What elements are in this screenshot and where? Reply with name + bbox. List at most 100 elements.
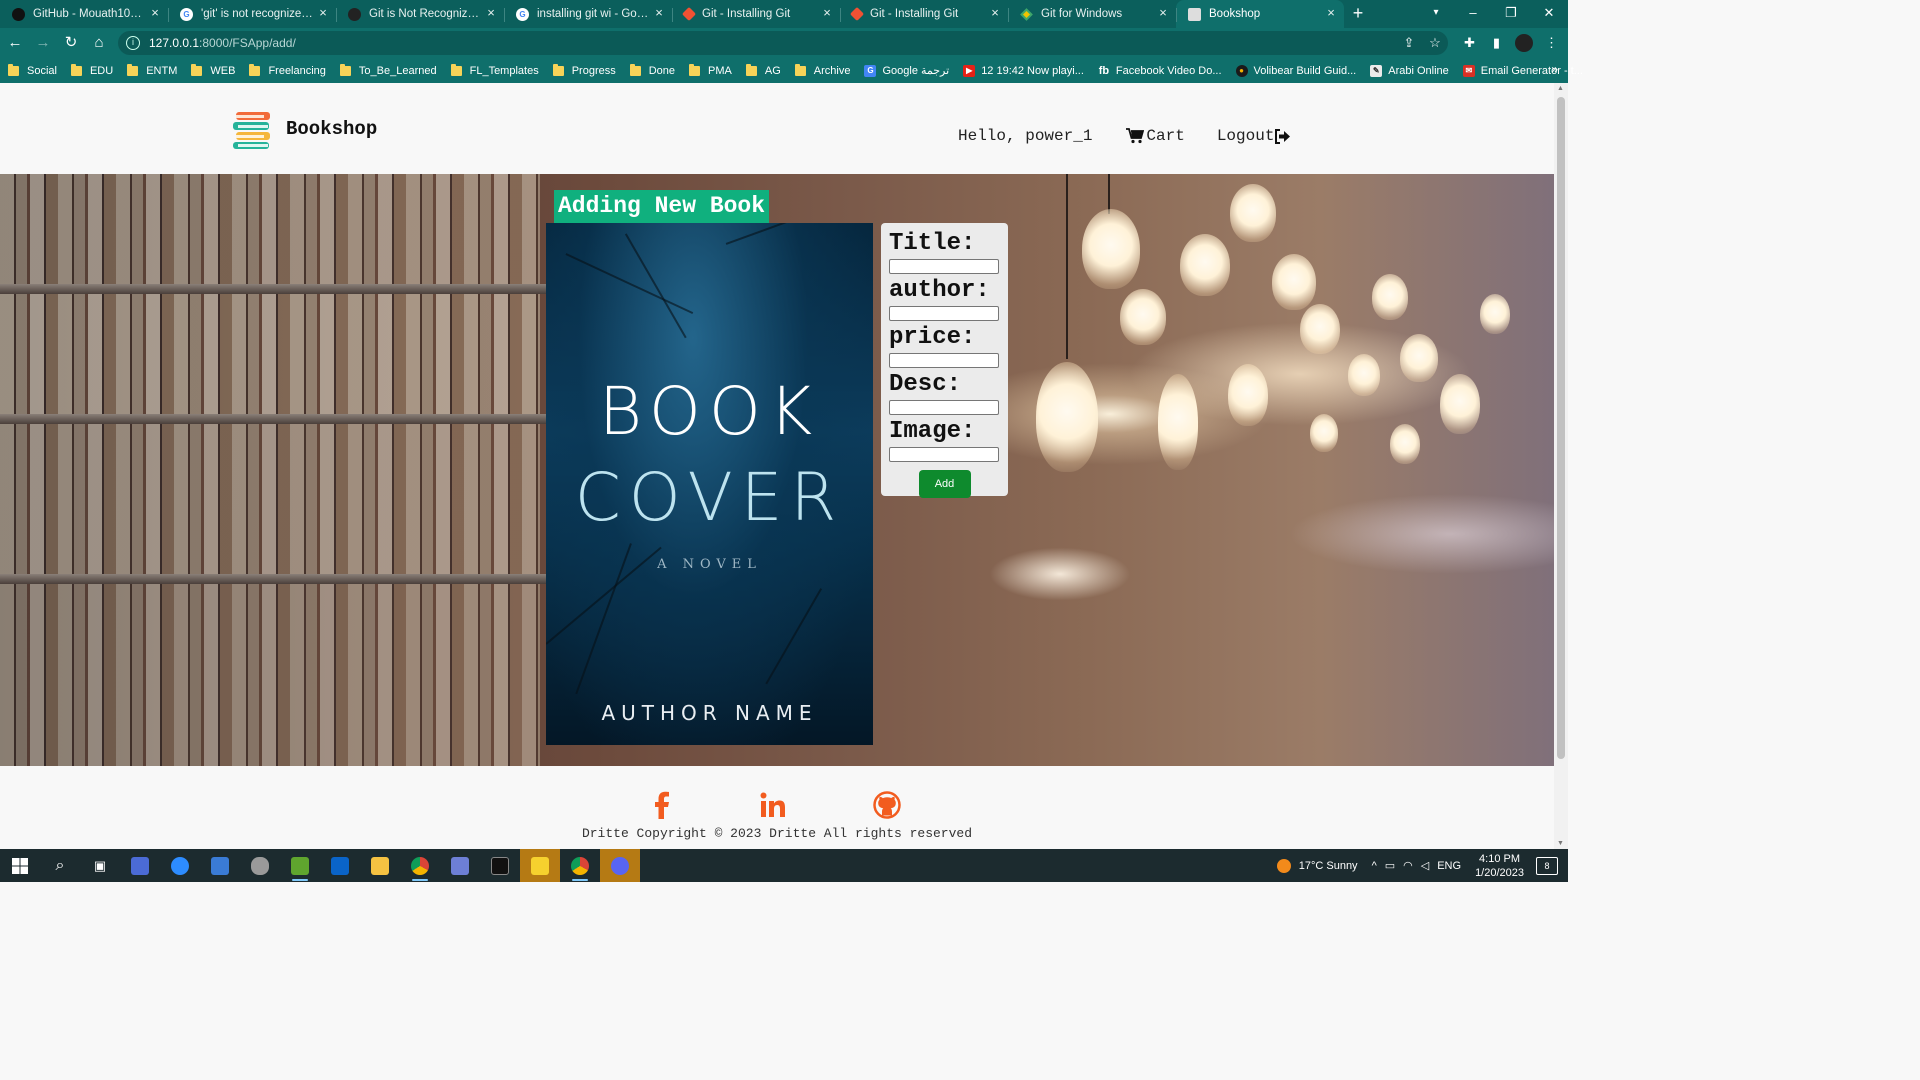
tab-installing-git-search[interactable]: G installing git wi - Google Search × <box>504 0 672 28</box>
tab-git-installing-1[interactable]: Git - Installing Git × <box>672 0 840 28</box>
tab-git-not-recognized-article[interactable]: Git is Not Recognized as an × <box>336 0 504 28</box>
bookmark-folder-edu[interactable]: EDU <box>70 63 113 77</box>
app-sticky-notes-icon[interactable] <box>520 849 560 882</box>
notification-center-icon[interactable]: 8 <box>1536 856 1558 875</box>
bookmark-folder-social[interactable]: Social <box>8 63 57 77</box>
more-bookmarks-icon[interactable]: » <box>1551 62 1558 76</box>
bookmark-folder-ag[interactable]: AG <box>745 63 781 77</box>
restore-button[interactable]: ❐ <box>1492 0 1530 28</box>
back-icon[interactable]: ← <box>2 30 28 56</box>
app-calculator-icon[interactable] <box>200 849 240 882</box>
profile-avatar[interactable] <box>1515 34 1533 52</box>
start-button[interactable] <box>0 849 40 882</box>
bookmark-folder-progress[interactable]: Progress <box>552 63 616 77</box>
language-indicator[interactable]: ENG <box>1437 860 1461 872</box>
battery-icon[interactable]: ▭ <box>1385 859 1395 872</box>
scrollbar-thumb[interactable] <box>1557 97 1565 759</box>
weather-text: 17°C Sunny <box>1298 859 1358 872</box>
bookmark-folder-entm[interactable]: ENTM <box>127 63 177 77</box>
bookmark-folder-web[interactable]: WEB <box>191 63 235 77</box>
extensions-icon[interactable]: ✚ <box>1456 31 1483 55</box>
app-outlook-icon[interactable] <box>320 849 360 882</box>
task-view-icon[interactable]: ▣ <box>80 849 120 882</box>
title-input[interactable] <box>889 259 999 274</box>
site-info-icon[interactable]: i <box>126 36 140 50</box>
facebook-link[interactable] <box>650 790 674 820</box>
bookmark-arabi-online[interactable]: ✎ Arabi Online <box>1370 64 1449 77</box>
site-footer: Dritte Copyright © 2023 Dritte All right… <box>0 766 1554 849</box>
bookmark-folder-fl-templates[interactable]: FL_Templates <box>450 63 539 77</box>
close-icon[interactable]: × <box>484 6 498 20</box>
app-xampp-icon[interactable] <box>280 849 320 882</box>
tab-github[interactable]: GitHub - Mouath104/Book × <box>0 0 168 28</box>
side-panel-icon[interactable]: ▮ <box>1483 31 1510 55</box>
author-input[interactable] <box>889 306 999 321</box>
tab-git-not-recognized-search[interactable]: G 'git' is not recognized as an × <box>168 0 336 28</box>
bookmark-email-generator[interactable]: ✉ Email Generator - t... <box>1462 64 1583 77</box>
desc-input[interactable] <box>889 400 999 415</box>
github-link[interactable] <box>872 790 902 820</box>
app-teams-icon[interactable] <box>120 849 160 882</box>
app-discord-icon[interactable] <box>600 849 640 882</box>
scroll-down-icon[interactable]: ▼ <box>1557 840 1564 847</box>
new-tab-button[interactable]: + <box>1344 0 1372 28</box>
chevron-up-icon[interactable]: ^ <box>1372 860 1377 872</box>
bookmark-facebook-video[interactable]: fb Facebook Video Do... <box>1098 65 1222 77</box>
page-scrollbar[interactable]: ▲ ▼ <box>1554 83 1568 849</box>
bookmark-folder-done[interactable]: Done <box>629 63 675 77</box>
app-file-explorer-icon[interactable] <box>360 849 400 882</box>
bookmark-folder-pma[interactable]: PMA <box>689 63 732 77</box>
bookmark-label: Arabi Online <box>1388 64 1449 77</box>
app-zoom-icon[interactable] <box>160 849 200 882</box>
bookmark-google-translate[interactable]: G Google ترجمة <box>864 64 949 77</box>
close-window-button[interactable]: ✕ <box>1530 0 1568 28</box>
add-button[interactable]: Add <box>918 470 971 498</box>
reload-icon[interactable]: ↻ <box>58 30 84 56</box>
volume-icon[interactable]: ◁ <box>1421 859 1429 872</box>
app-network-icon[interactable] <box>440 849 480 882</box>
wifi-icon[interactable]: ◠ <box>1403 859 1413 872</box>
app-database-icon[interactable] <box>240 849 280 882</box>
menu-icon[interactable]: ⋮ <box>1538 31 1565 55</box>
tab-git-for-windows[interactable]: Git for Windows × <box>1008 0 1176 28</box>
close-icon[interactable]: × <box>820 6 834 20</box>
scroll-up-icon[interactable]: ▲ <box>1557 85 1564 92</box>
close-icon[interactable]: × <box>988 6 1002 20</box>
app-chrome-profile-icon[interactable] <box>560 849 600 882</box>
bookmark-star-icon[interactable]: ☆ <box>1422 35 1448 51</box>
home-icon[interactable]: ⌂ <box>86 30 112 56</box>
clock[interactable]: 4:10 PM 1/20/2023 <box>1475 852 1524 880</box>
bookmark-folder-freelancing[interactable]: Freelancing <box>249 63 326 77</box>
cart-link[interactable]: Cart <box>1126 127 1185 145</box>
search-icon[interactable]: ⌕ <box>40 849 80 882</box>
close-icon[interactable]: × <box>148 6 162 20</box>
tab-bookshop[interactable]: Bookshop × <box>1176 0 1344 28</box>
close-icon[interactable]: × <box>1156 6 1170 20</box>
tab-git-installing-2[interactable]: Git - Installing Git × <box>840 0 1008 28</box>
close-icon[interactable]: × <box>652 6 666 20</box>
share-icon[interactable]: ⇪ <box>1396 35 1422 51</box>
app-chrome-icon[interactable] <box>400 849 440 882</box>
bookmark-volibear[interactable]: ● Volibear Build Guid... <box>1235 64 1356 77</box>
linkedin-link[interactable] <box>758 790 788 820</box>
bookmark-label: Social <box>27 64 57 77</box>
brand-link[interactable]: Bookshop <box>232 108 377 150</box>
bookmark-folder-archive[interactable]: Archive <box>794 63 850 77</box>
minimize-button[interactable]: – <box>1454 0 1492 28</box>
weather-widget[interactable]: 17°C Sunny <box>1276 858 1358 873</box>
close-icon[interactable]: × <box>316 6 330 20</box>
price-input[interactable] <box>889 353 999 368</box>
address-bar[interactable]: i 127.0.0.1:8000/FSApp/add/ ⇪ ☆ <box>118 31 1448 55</box>
git-icon <box>681 6 697 22</box>
image-input[interactable] <box>889 447 999 462</box>
bookmark-youtube[interactable]: ▶ 12 19:42 Now playi... <box>963 64 1084 77</box>
tab-title: Git for Windows <box>1041 8 1123 20</box>
forward-icon[interactable]: → <box>30 30 56 56</box>
tab-search-icon[interactable]: ▾ <box>1424 0 1448 28</box>
close-icon[interactable]: × <box>1324 6 1338 20</box>
app-terminal-icon[interactable] <box>480 849 520 882</box>
youtube-icon: ▶ <box>963 64 976 77</box>
logout-link[interactable]: Logout <box>1217 127 1292 145</box>
bookmark-folder-to-be-learned[interactable]: To_Be_Learned <box>339 63 437 77</box>
lamp-cord <box>1066 174 1068 359</box>
